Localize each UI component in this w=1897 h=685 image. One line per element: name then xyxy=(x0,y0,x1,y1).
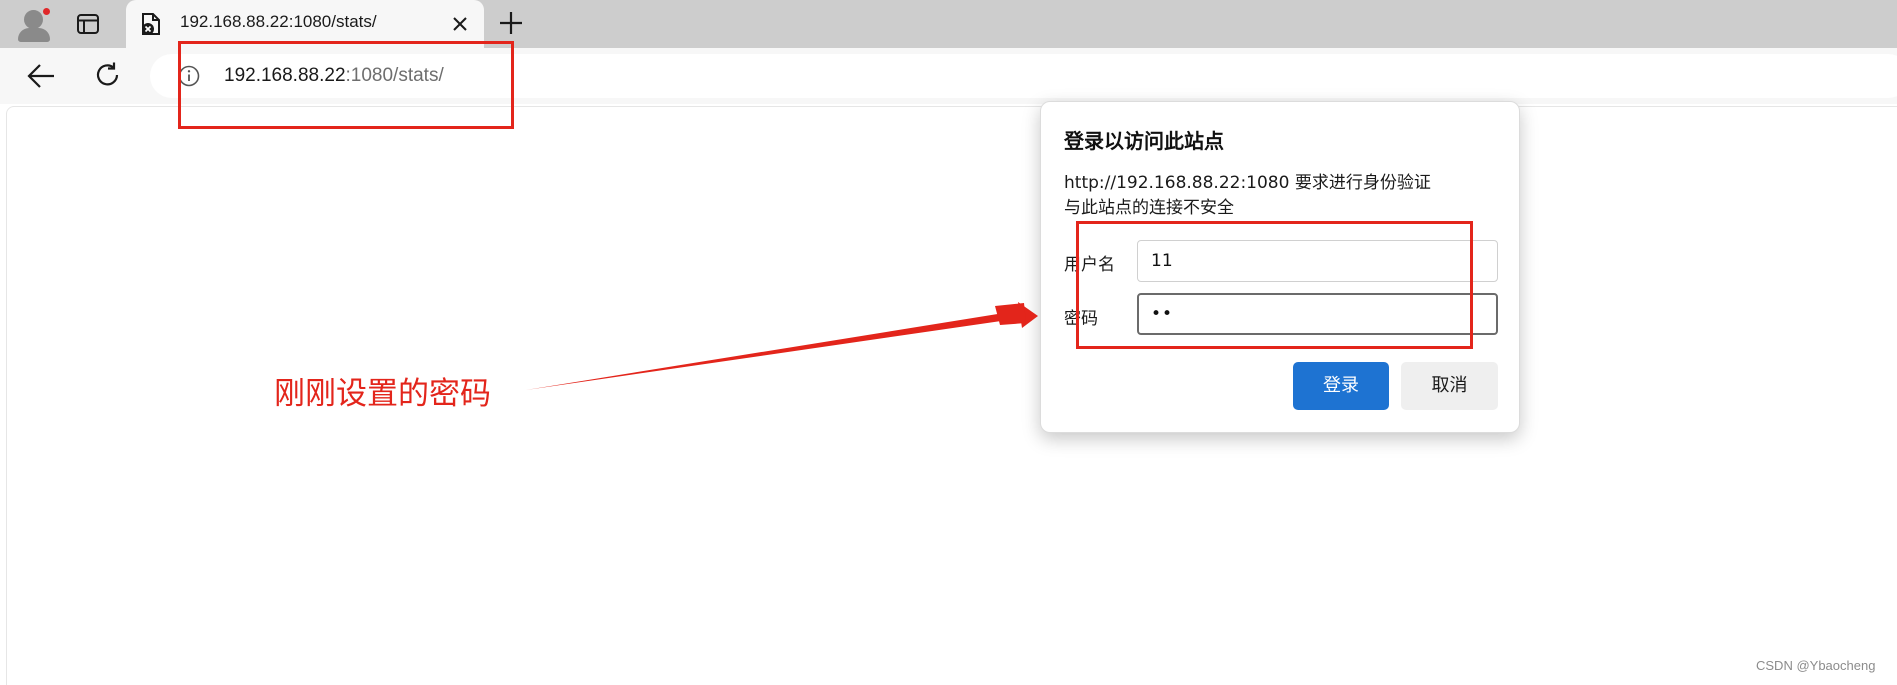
annotation-arrow-icon xyxy=(526,302,1038,390)
annotation-label: 刚刚设置的密码 xyxy=(274,376,491,412)
watermark: CSDN @Ybaocheng xyxy=(1756,658,1876,673)
browser-window: 192.168.88.22:1080/stats/ 192.168.88.22:… xyxy=(0,0,1897,685)
